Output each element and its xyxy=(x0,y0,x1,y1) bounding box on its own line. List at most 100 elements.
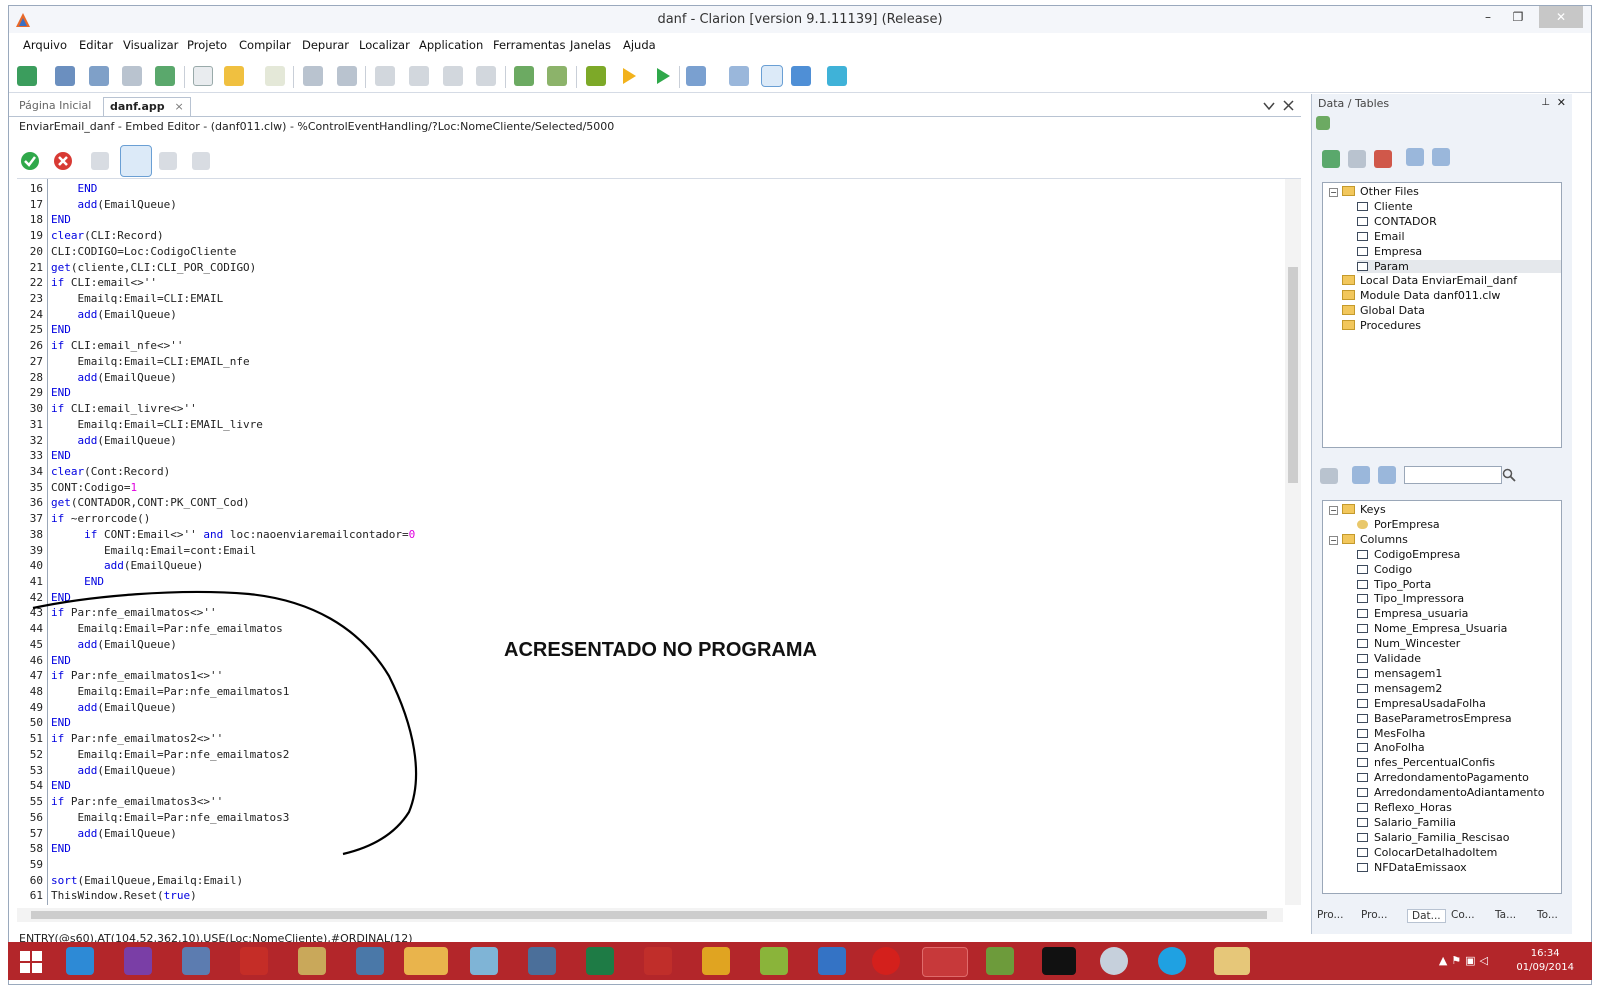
properties-icon[interactable] xyxy=(409,66,429,86)
tree-item[interactable]: Module Data danf011.clw xyxy=(1329,289,1500,302)
tree-item[interactable]: Procedures xyxy=(1329,319,1421,332)
tree-item[interactable]: Num_Wincester xyxy=(1357,637,1460,650)
tree-item[interactable]: Salario_Familia xyxy=(1357,816,1456,829)
maximize-button[interactable]: ❐ xyxy=(1503,6,1533,28)
menu-application[interactable]: Application xyxy=(419,38,483,52)
new-app-icon[interactable] xyxy=(55,66,75,86)
close-button[interactable]: ✕ xyxy=(1539,6,1583,28)
tree-item[interactable]: Global Data xyxy=(1329,304,1425,317)
sync-icon[interactable] xyxy=(1316,116,1330,130)
tree-item[interactable]: Empresa xyxy=(1357,245,1422,258)
command-prompt-icon[interactable] xyxy=(1042,947,1076,975)
menu-depurar[interactable]: Depurar xyxy=(302,38,349,52)
skype-icon[interactable] xyxy=(1158,947,1186,975)
minimize-button[interactable]: – xyxy=(1473,6,1503,28)
acrobat-icon[interactable] xyxy=(644,947,672,975)
file-explorer-icon[interactable] xyxy=(1214,947,1250,975)
menu-janelas[interactable]: Janelas xyxy=(570,38,611,52)
tree-item[interactable]: Param xyxy=(1357,259,1561,273)
clarion-taskbar-icon[interactable] xyxy=(922,947,968,977)
close-editor-icon[interactable] xyxy=(1283,100,1294,111)
open-folder-icon[interactable] xyxy=(224,66,244,86)
generate-icon[interactable] xyxy=(443,66,463,86)
tree-item[interactable]: Validade xyxy=(1357,652,1421,665)
android-icon[interactable] xyxy=(760,947,788,975)
opera-icon[interactable] xyxy=(872,947,900,975)
tab-toolbox[interactable]: To... xyxy=(1537,909,1558,921)
editor-vertical-scrollbar[interactable] xyxy=(1285,179,1301,905)
open-app-icon[interactable] xyxy=(89,66,109,86)
tree-item[interactable]: NFDataEmissaox xyxy=(1357,861,1467,874)
thunderbird-icon[interactable] xyxy=(528,947,556,975)
tree-item[interactable]: Empresa_usuaria xyxy=(1357,607,1468,620)
code-area[interactable]: END add(EmailQueue) END clear(CLI:Record) C… xyxy=(51,179,1281,905)
run-icon[interactable] xyxy=(653,66,673,86)
collapse-all-icon[interactable] xyxy=(1432,148,1450,166)
tab-start-page[interactable]: Página Inicial xyxy=(13,97,97,115)
new-file-icon[interactable] xyxy=(193,66,213,86)
windows-start-icon[interactable] xyxy=(20,951,42,973)
field-collapse-icon[interactable] xyxy=(1378,466,1396,484)
format-icon[interactable] xyxy=(827,66,847,86)
internet-explorer-icon[interactable] xyxy=(66,947,94,975)
dictionary-icon[interactable] xyxy=(547,66,567,86)
project-icon[interactable] xyxy=(986,947,1014,975)
tab-data[interactable]: Dat... xyxy=(1407,909,1446,923)
menu-visualizar[interactable]: Visualizar xyxy=(123,38,178,52)
expander-icon[interactable]: − xyxy=(1329,188,1338,197)
field-change-icon[interactable] xyxy=(1320,468,1338,484)
filezilla-icon[interactable] xyxy=(240,947,268,975)
files-tree[interactable]: − Other Files Cliente CONTADOR Email Empresa P… xyxy=(1322,182,1562,448)
fields-tree[interactable]: − Keys PorEmpresa − Columns CodigoEmpresa Codi… xyxy=(1322,500,1562,894)
tab-projects[interactable]: Pro... xyxy=(1317,909,1344,921)
template-icon[interactable] xyxy=(514,66,534,86)
next-embed-icon[interactable] xyxy=(159,152,177,170)
ccleaner-icon[interactable] xyxy=(818,947,846,975)
remote-desktop-icon[interactable] xyxy=(182,947,210,975)
tree-item[interactable]: CONTADOR xyxy=(1357,215,1437,228)
delete-icon[interactable] xyxy=(1374,150,1392,168)
tree-item[interactable]: Tipo_Porta xyxy=(1357,578,1431,591)
change-icon[interactable] xyxy=(1348,150,1366,168)
menu-arquivo[interactable]: Arquivo xyxy=(23,38,67,52)
code-editor[interactable]: 16 17 18 19 20 21 22 23 24 25 26 27 28 29 30 31 32 33 34 35… xyxy=(17,178,1301,905)
cancel-x-icon[interactable] xyxy=(53,151,73,171)
close-app-icon[interactable] xyxy=(122,66,142,86)
debug-bug-icon[interactable] xyxy=(586,66,606,86)
tree-item[interactable]: Cliente xyxy=(1357,200,1413,213)
cc-toggle-icon[interactable] xyxy=(761,65,783,87)
menu-projeto[interactable]: Projeto xyxy=(187,38,227,52)
embed-list-icon[interactable] xyxy=(120,145,152,177)
insert-icon[interactable] xyxy=(1322,150,1340,168)
tree-item[interactable]: Nome_Empresa_Usuaria xyxy=(1357,622,1507,635)
menu-ajuda[interactable]: Ajuda xyxy=(623,38,656,52)
menu-ferramentas[interactable]: Ferramentas xyxy=(493,38,565,52)
outline-icon[interactable] xyxy=(791,66,811,86)
prev-embed-icon[interactable] xyxy=(91,152,109,170)
tree-item[interactable]: Codigo xyxy=(1357,563,1412,576)
back-icon[interactable] xyxy=(686,66,706,86)
tab-properties[interactable]: Pro... xyxy=(1361,909,1388,921)
tab-controls[interactable]: Co... xyxy=(1451,909,1475,921)
tree-item[interactable]: Reflexo_Horas xyxy=(1357,801,1452,814)
expand-all-icon[interactable] xyxy=(1406,148,1424,166)
tree-item[interactable]: nfes_PercentualConfis xyxy=(1357,756,1495,769)
add-procedure-icon[interactable] xyxy=(155,66,175,86)
tree-item[interactable]: − Columns xyxy=(1329,533,1408,546)
chevron-down-icon[interactable] xyxy=(1263,101,1275,111)
notes-icon[interactable] xyxy=(404,947,448,975)
editor-vertical-scroll-thumb[interactable] xyxy=(1288,267,1298,483)
menu-compilar[interactable]: Compilar xyxy=(239,38,291,52)
postgresql-icon[interactable] xyxy=(356,947,384,975)
run-lightning-icon[interactable] xyxy=(619,66,639,86)
tree-item[interactable]: Tipo_Impressora xyxy=(1357,592,1464,605)
app-icon[interactable] xyxy=(470,947,498,975)
tools-icon[interactable] xyxy=(298,947,326,975)
menu-editar[interactable]: Editar xyxy=(79,38,113,52)
tray-icons[interactable]: ▲⚑▣◁ xyxy=(1439,954,1492,967)
tree-item[interactable]: − Keys xyxy=(1329,503,1386,516)
menu-localizar[interactable]: Localizar xyxy=(359,38,410,52)
tree-item[interactable]: ArredondamentoPagamento xyxy=(1357,771,1529,784)
pin-icon[interactable]: ⊥ xyxy=(1541,97,1550,108)
add-file-icon[interactable] xyxy=(265,66,285,86)
